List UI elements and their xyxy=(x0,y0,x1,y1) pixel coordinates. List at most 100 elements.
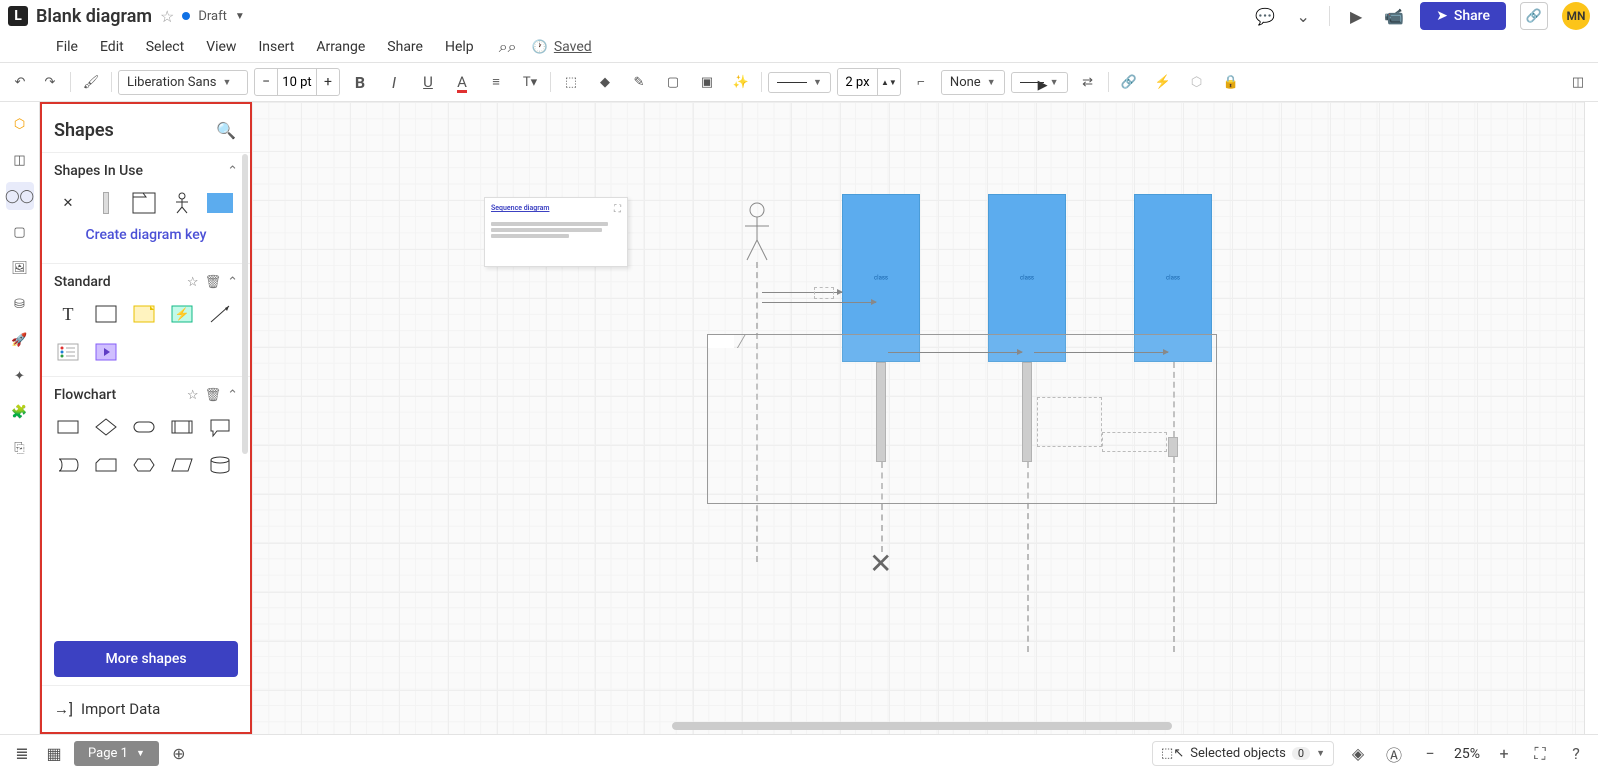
grid-view-icon[interactable]: ▦ xyxy=(42,742,66,766)
bucket-icon[interactable]: ◆ xyxy=(591,68,619,96)
shape-block-icon[interactable] xyxy=(206,189,234,217)
menu-edit[interactable]: Edit xyxy=(90,35,134,59)
fill-button[interactable]: ⬚ xyxy=(557,68,585,96)
present-icon[interactable]: ▶ xyxy=(1344,4,1368,28)
menu-select[interactable]: Select xyxy=(136,35,194,59)
italic-button[interactable]: I xyxy=(380,68,408,96)
shape-process-icon[interactable] xyxy=(54,413,82,441)
shape-fill-button[interactable]: ▢ xyxy=(659,68,687,96)
rail-image-icon[interactable]: 🖼 xyxy=(6,254,34,282)
shape-card-icon[interactable] xyxy=(92,451,120,479)
app-logo[interactable]: L xyxy=(8,6,28,26)
shape-hexagon-icon[interactable] xyxy=(130,451,158,479)
comment-icon[interactable]: 💬 xyxy=(1253,4,1277,28)
shape-predefined-icon[interactable] xyxy=(168,413,196,441)
dashed-region[interactable] xyxy=(1037,397,1102,447)
message-arrow[interactable] xyxy=(888,352,1022,353)
align-button[interactable]: ≡ xyxy=(482,68,510,96)
canvas[interactable]: Sequence diagram ⛶ class ✕ class class xyxy=(252,102,1584,734)
swap-button[interactable]: ⇄ xyxy=(1074,68,1102,96)
rail-plugin-icon[interactable]: 🧩 xyxy=(6,398,34,426)
chevron-up-icon[interactable]: ⌃ xyxy=(227,275,238,290)
rail-shapes-icon[interactable]: ◯◯ xyxy=(6,182,34,210)
rail-data-icon[interactable]: ⛁ xyxy=(6,290,34,318)
layers-icon[interactable]: ◈ xyxy=(1346,742,1370,766)
draft-status[interactable]: Draft xyxy=(198,9,227,24)
chevron-up-icon[interactable]: ⌃ xyxy=(227,388,238,403)
lock-icon[interactable]: 🔒 xyxy=(1217,68,1245,96)
decrease-size-button[interactable]: − xyxy=(255,69,277,95)
canvas-scrollbar[interactable] xyxy=(672,722,1464,732)
message-arrow[interactable] xyxy=(762,302,876,303)
rail-ai-icon[interactable]: ✦ xyxy=(6,362,34,390)
zoom-in-button[interactable]: + xyxy=(1492,742,1516,766)
chevron-down-icon[interactable]: ⌄ xyxy=(1291,4,1315,28)
avatar[interactable]: MN xyxy=(1562,2,1590,30)
list-view-icon[interactable]: ≣ xyxy=(10,742,34,766)
trash-icon[interactable]: 🗑 xyxy=(205,388,222,403)
line-style-select[interactable]: ▼ xyxy=(768,72,831,93)
shape-actor-icon[interactable] xyxy=(168,189,196,217)
rail-rocket-icon[interactable]: 🚀 xyxy=(6,326,34,354)
corner-button[interactable]: ⌐ xyxy=(907,68,935,96)
rail-container-icon[interactable]: ▢ xyxy=(6,218,34,246)
text-color-button[interactable]: A xyxy=(448,68,476,96)
font-size-input[interactable] xyxy=(277,69,317,95)
rail-panel-icon[interactable]: ◫ xyxy=(6,146,34,174)
panel-toggle-button[interactable]: ◫ xyxy=(1564,68,1592,96)
layer-icon[interactable]: ⬡ xyxy=(1183,68,1211,96)
trash-icon[interactable]: 🗑 xyxy=(205,275,222,290)
shape-line-icon[interactable] xyxy=(206,300,234,328)
action-icon[interactable]: ⚡ xyxy=(1149,68,1177,96)
shape-note-icon[interactable] xyxy=(130,300,158,328)
shape-callout-icon[interactable] xyxy=(206,413,234,441)
create-diagram-key-link[interactable]: Create diagram key xyxy=(54,217,238,253)
menu-help[interactable]: Help xyxy=(435,35,484,59)
shape-destroy-icon[interactable]: ✕ xyxy=(54,189,82,217)
link-button[interactable]: 🔗 xyxy=(1520,2,1548,30)
zoom-out-button[interactable]: − xyxy=(1418,742,1442,766)
share-button[interactable]: ➤ Share xyxy=(1420,2,1506,30)
message-arrow[interactable] xyxy=(1034,352,1168,353)
shadow-button[interactable]: ▣ xyxy=(693,68,721,96)
stroke-width-input[interactable] xyxy=(838,69,878,95)
magic-button[interactable]: ✨ xyxy=(727,68,755,96)
shape-data-icon[interactable] xyxy=(168,451,196,479)
shape-action-icon[interactable]: ⚡ xyxy=(168,300,196,328)
small-box[interactable] xyxy=(814,287,834,299)
chevron-up-icon[interactable]: ⌃ xyxy=(227,164,238,179)
shape-list-icon[interactable] xyxy=(54,338,82,366)
bold-button[interactable]: B xyxy=(346,68,374,96)
help-icon[interactable]: ? xyxy=(1564,742,1588,766)
redo-button[interactable]: ↷ xyxy=(36,68,64,96)
panel-scrollbar[interactable] xyxy=(242,154,248,454)
star-icon[interactable]: ☆ xyxy=(160,7,174,26)
import-data-button[interactable]: →] Import Data xyxy=(42,685,250,732)
star-icon[interactable]: ☆ xyxy=(187,388,199,403)
text-options-button[interactable]: T▾ xyxy=(516,68,544,96)
arrow-start-select[interactable]: None ▼ xyxy=(941,70,1005,95)
scroll-thumb[interactable] xyxy=(672,722,1172,730)
menu-share[interactable]: Share xyxy=(377,35,433,59)
rail-import-icon[interactable]: ⎘ xyxy=(6,434,34,462)
shape-video-icon[interactable] xyxy=(92,338,120,366)
underline-button[interactable]: U xyxy=(414,68,442,96)
page-tab[interactable]: Page 1 ▼ xyxy=(74,741,159,766)
shape-text-icon[interactable]: T xyxy=(54,300,82,328)
menu-view[interactable]: View xyxy=(196,35,246,59)
selected-objects-indicator[interactable]: ⬚↖ Selected objects 0 ▼ xyxy=(1152,741,1334,766)
line-color-button[interactable]: ✎ xyxy=(625,68,653,96)
accessibility-icon[interactable]: Ⓐ xyxy=(1382,742,1406,766)
arrow-end-select[interactable]: ▶ ▼ xyxy=(1011,72,1068,93)
add-page-button[interactable]: ⊕ xyxy=(167,742,191,766)
binoculars-icon[interactable]: ⌕⌕ xyxy=(496,35,520,59)
note-expand-icon[interactable]: ⛶ xyxy=(614,204,621,215)
fullscreen-icon[interactable]: ⛶ xyxy=(1528,742,1552,766)
note-card[interactable]: Sequence diagram ⛶ xyxy=(484,197,628,267)
uml-frame[interactable] xyxy=(707,334,1217,504)
more-shapes-button[interactable]: More shapes xyxy=(54,641,238,677)
shape-activation-icon[interactable] xyxy=(92,189,120,217)
star-icon[interactable]: ☆ xyxy=(187,275,199,290)
saved-indicator[interactable]: 🕐 Saved xyxy=(532,39,592,55)
undo-button[interactable]: ↶ xyxy=(6,68,34,96)
